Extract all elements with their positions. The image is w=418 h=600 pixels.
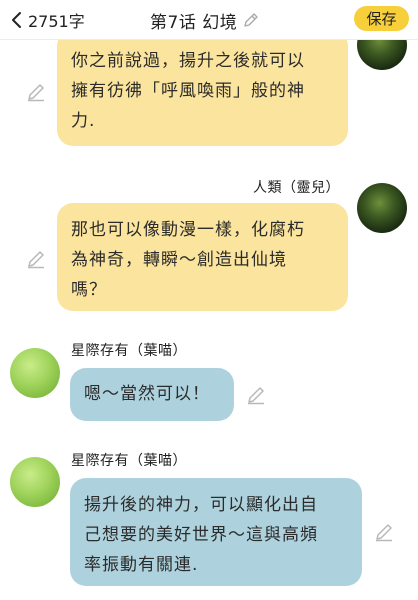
chapter-title: 第7话 幻境 [150, 12, 238, 33]
message-line: 揚升後的神力，可以顯化出自 [84, 495, 318, 515]
edit-message-4[interactable] [374, 522, 394, 542]
chevron-left-icon [12, 12, 21, 28]
message-bubble-4[interactable]: 揚升後的神力，可以顯化出自 己想要的美好世界～這與高頻 率振動有關連. [70, 478, 362, 586]
pencil-icon [28, 251, 44, 269]
sender-name: 星際存有（葉喵） [71, 343, 187, 359]
edit-message-3[interactable] [246, 385, 266, 405]
message-line: 嗎？ [71, 280, 107, 300]
message-line: 那也可以像動漫一樣，化腐朽 [71, 220, 305, 240]
pencil-icon[interactable] [243, 12, 259, 28]
sender-name: 星際存有（葉喵） [71, 453, 187, 469]
message-line: 力. [71, 111, 96, 131]
avatar-bot[interactable] [10, 348, 60, 398]
word-count: 2751字 [28, 12, 85, 31]
message-line: 己想要的美好世界～這與高頻 [84, 525, 318, 545]
edit-message-1[interactable] [26, 82, 46, 102]
message-bubble-3[interactable]: 嗯～當然可以！ [70, 368, 234, 421]
message-bubble-2[interactable]: 那也可以像動漫一樣，化腐朽 為神奇，轉瞬～創造出仙境 嗎？ [57, 203, 348, 311]
message-line: 嗯～當然可以！ [84, 384, 210, 404]
chapter-title-area[interactable]: 第7话 幻境 [150, 7, 259, 33]
message-bubble-1[interactable]: 你之前說過，揚升之後就可以 擁有彷彿「呼風喚雨」般的神 力. [57, 30, 348, 146]
message-line: 為神奇，轉瞬～創造出仙境 [71, 250, 287, 270]
pencil-icon [376, 524, 392, 542]
pencil-icon [28, 84, 44, 102]
message-line: 擁有彷彿「呼風喚雨」般的神 [71, 81, 305, 101]
message-line: 率振動有關連. [84, 555, 199, 575]
avatar-human[interactable] [357, 183, 407, 233]
avatar-bot[interactable] [10, 457, 60, 507]
edit-message-2[interactable] [26, 249, 46, 269]
back-button[interactable]: 2751字 [10, 7, 85, 33]
save-button[interactable]: 保存 [354, 6, 409, 31]
pencil-icon [248, 387, 264, 405]
top-bar: 2751字 第7话 幻境 保存 [0, 0, 418, 40]
sender-name: 人類（靈兒） [253, 180, 340, 196]
message-line: 你之前說過，揚升之後就可以 [71, 51, 305, 71]
